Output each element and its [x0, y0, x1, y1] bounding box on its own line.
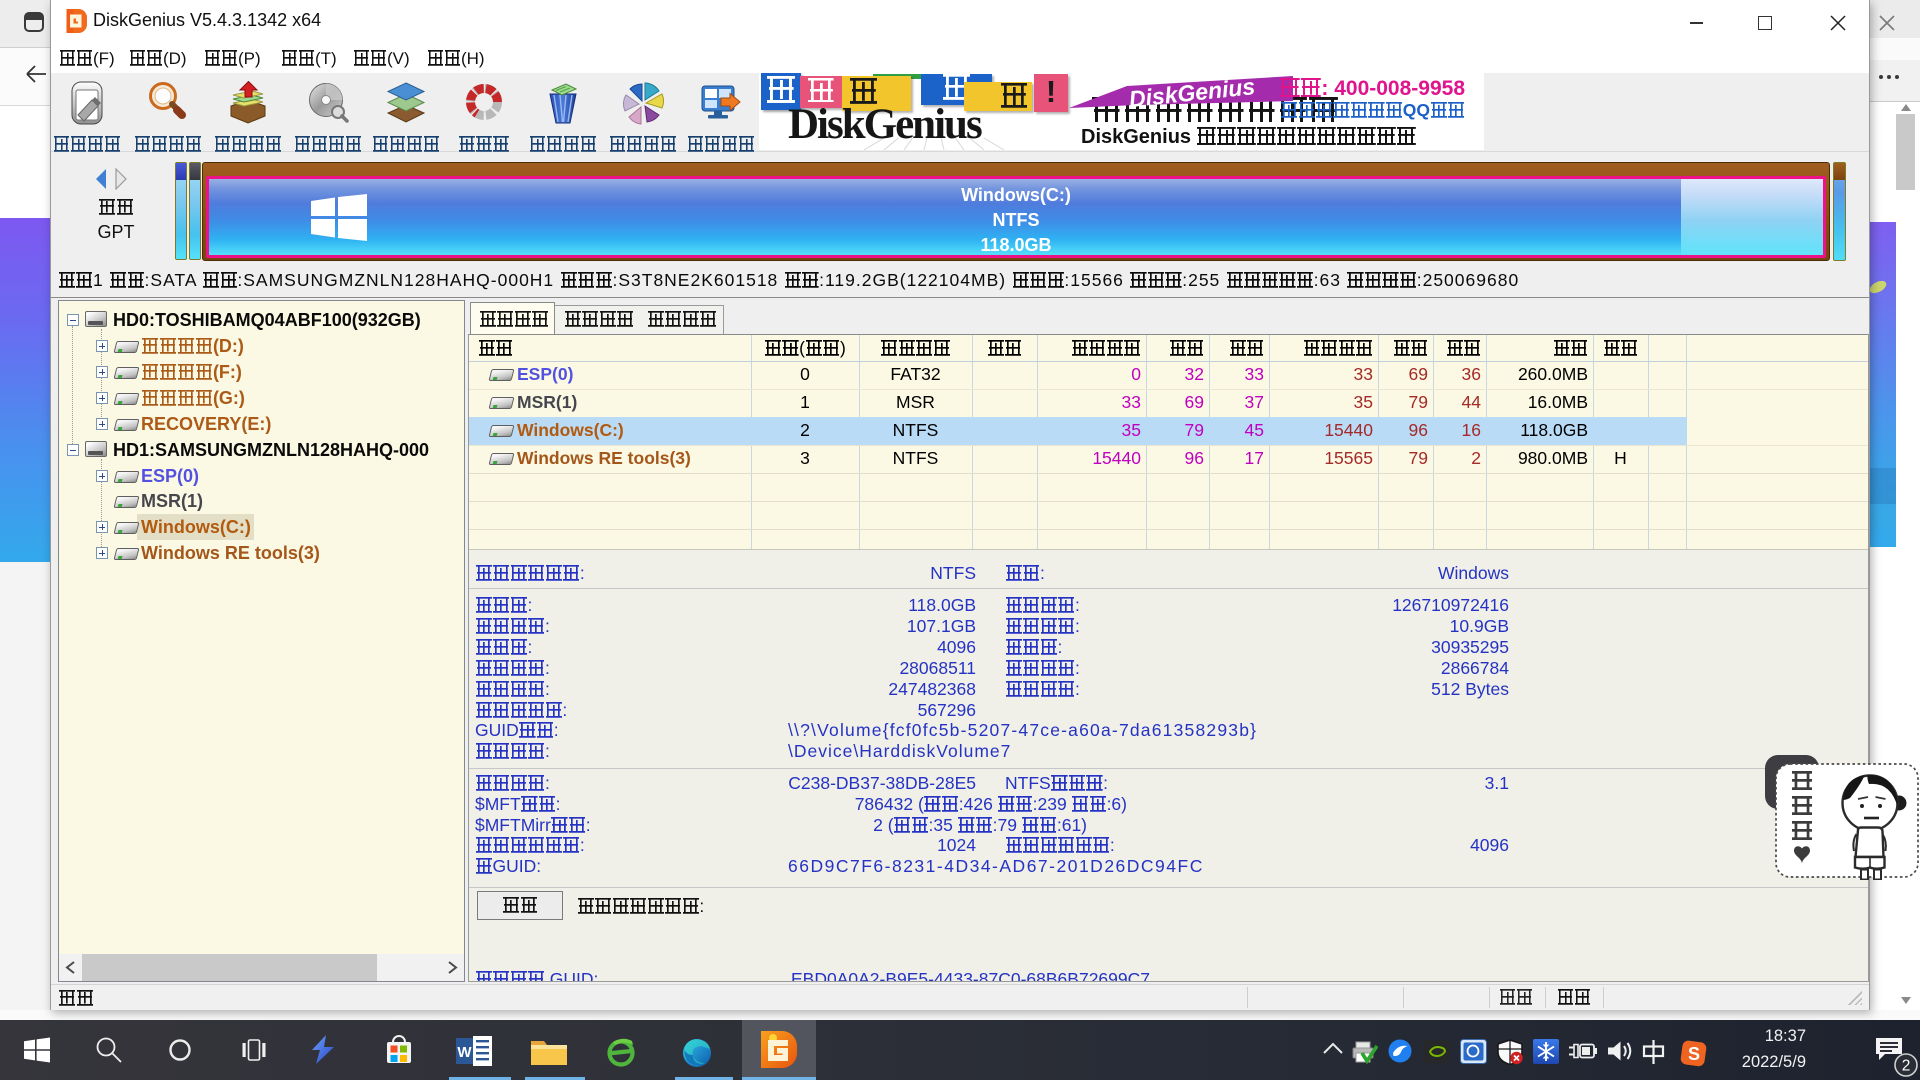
- svg-text:DiskGenius: DiskGenius: [1128, 74, 1257, 112]
- svg-text:S: S: [1688, 1044, 1700, 1064]
- svg-text:2: 2: [1902, 1058, 1911, 1075]
- svg-text:W: W: [457, 1044, 472, 1061]
